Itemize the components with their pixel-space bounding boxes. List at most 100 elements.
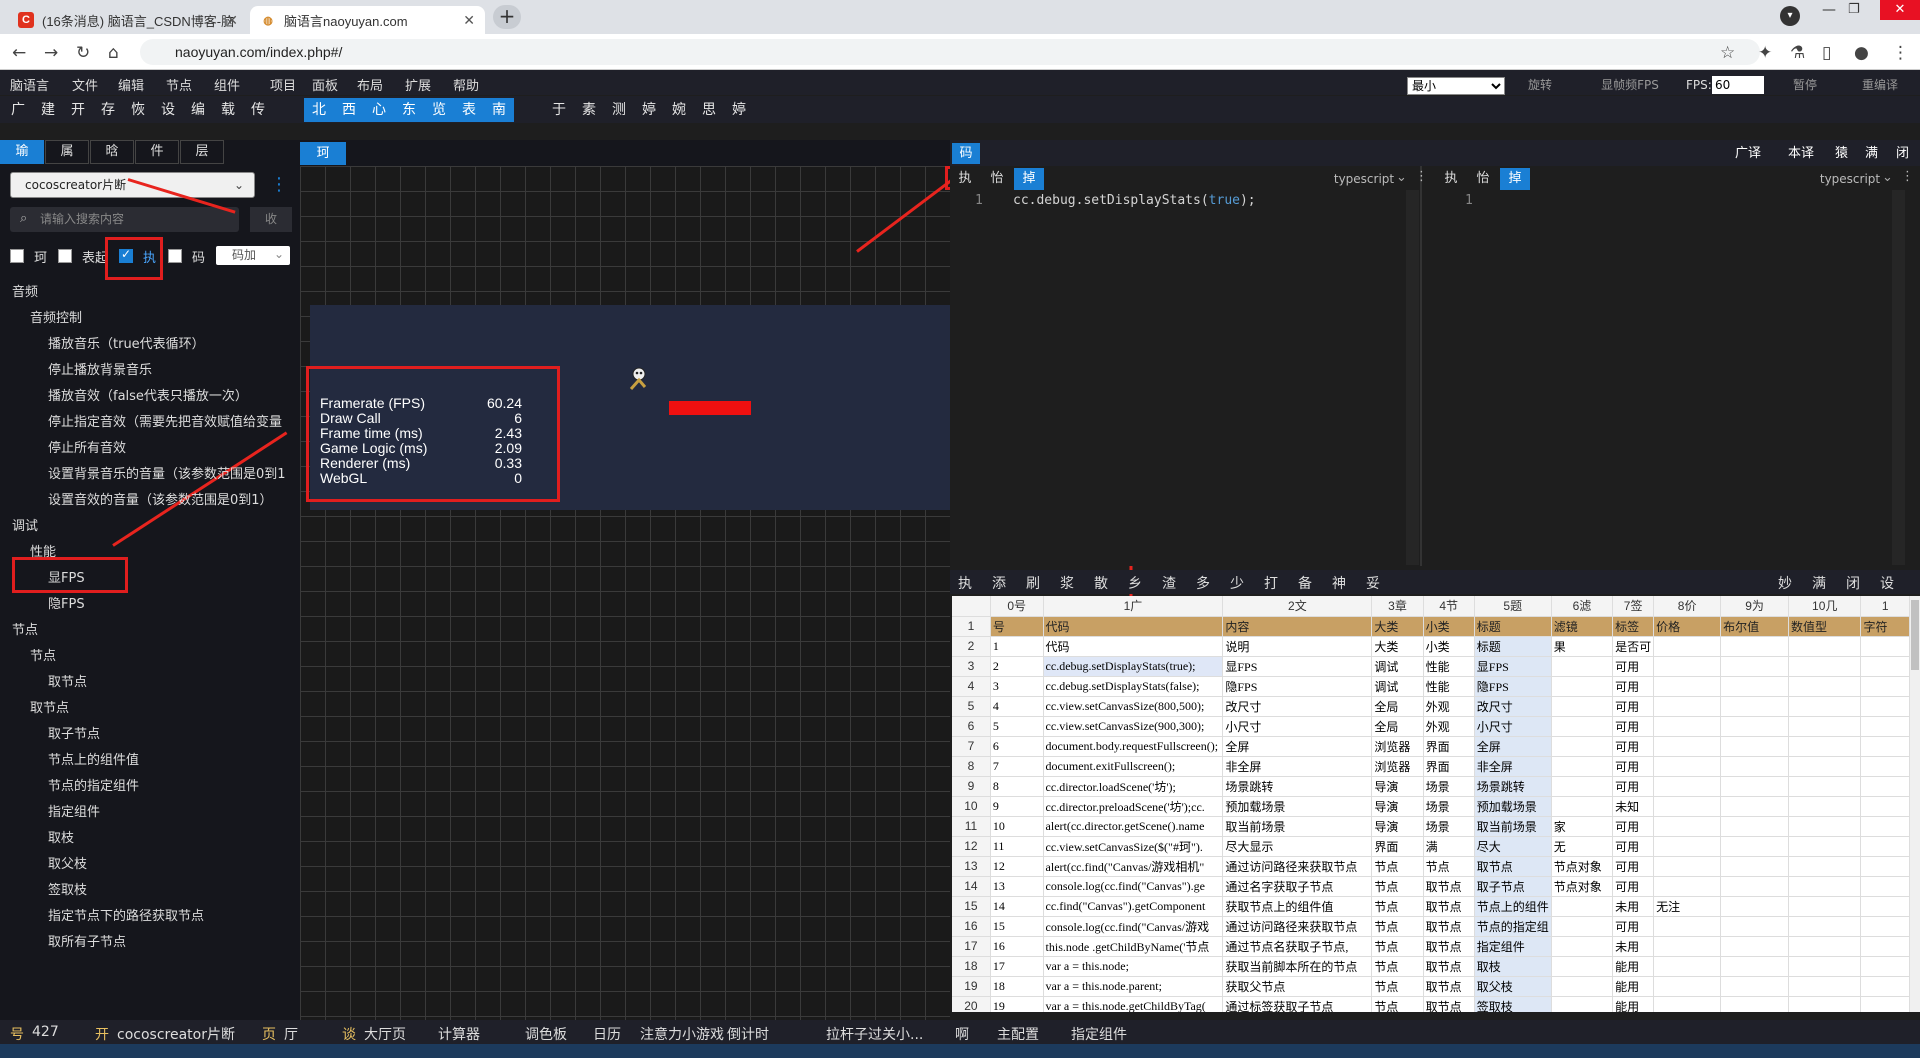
table-cell[interactable]: 5 (990, 716, 1044, 737)
editor-mode-tab[interactable]: 执 (1436, 168, 1466, 190)
table-cell[interactable]: 场景 (1423, 816, 1475, 837)
table-cell[interactable]: 获取节点上的组件值 (1222, 896, 1373, 917)
table-cell[interactable] (1653, 696, 1722, 717)
table-cell[interactable] (1551, 976, 1614, 997)
tree-item[interactable]: 取所有子节点 (48, 931, 126, 950)
table-cell[interactable] (1720, 656, 1789, 677)
more-menu-icon[interactable]: ⋮ (1892, 43, 1909, 63)
table-cell[interactable]: 可用 (1612, 756, 1655, 777)
tree-item[interactable]: 设置背景音乐的音量（该参数范围是0到1 (48, 463, 286, 482)
editor-mode-tab[interactable]: 执 (950, 168, 980, 190)
column-header[interactable]: 3章 (1371, 596, 1424, 617)
editor2-scrollbar[interactable] (1892, 190, 1905, 565)
table-cell[interactable] (1860, 936, 1910, 957)
editor-mode-tab[interactable]: 怡 (1468, 168, 1498, 190)
table-cell[interactable]: 说明 (1222, 636, 1373, 657)
extensions-icon[interactable]: ✦ (1758, 43, 1772, 63)
table-cell[interactable]: cc.view.setCanvasSize(900,300); (1043, 716, 1224, 737)
table-cell[interactable] (1551, 756, 1614, 777)
table-cell[interactable]: 可用 (1612, 816, 1655, 837)
table-cell[interactable]: cc.debug.setDisplayStats(true); (1043, 656, 1224, 677)
table-cell[interactable]: 全屏 (1222, 736, 1373, 757)
close-tab-icon[interactable]: ✕ (226, 12, 238, 29)
language-select[interactable]: typescript (1324, 168, 1404, 190)
table-cell[interactable]: 预加载场景 (1474, 796, 1552, 817)
toolbar-button[interactable]: 心 (364, 98, 394, 122)
status-value[interactable]: 427 (32, 1024, 59, 1040)
table-cell[interactable]: 节点 (1371, 976, 1424, 997)
table-cell[interactable]: 获取当前脚本所在的节点 (1222, 956, 1373, 977)
table-row[interactable]: 2 1 代码 说明 大类 小类 标题果是否可 (952, 636, 1910, 657)
table-cell[interactable]: 通过访问路径来获取节点 (1222, 856, 1373, 877)
table-cell[interactable] (1653, 776, 1722, 797)
tree-item[interactable]: 音频控制 (30, 307, 82, 326)
table-cell[interactable]: 可用 (1612, 736, 1655, 757)
table-cell[interactable]: 取子节点 (1474, 876, 1552, 897)
lab-icon[interactable]: ⚗ (1790, 43, 1805, 63)
column-header[interactable]: 8价 (1653, 596, 1722, 617)
table-cell[interactable] (1551, 896, 1614, 917)
url-field[interactable]: naoyuyan.com/index.php#/ (140, 39, 1760, 65)
table-cell[interactable]: 取当前场景 (1474, 816, 1552, 837)
status-value[interactable]: 啊 (955, 1024, 969, 1044)
editor-header-button[interactable]: 广译 (1735, 144, 1761, 164)
table-cell[interactable]: 满 (1423, 836, 1475, 857)
pause-button[interactable]: 暂停 (1780, 76, 1830, 94)
column-header[interactable]: 0号 (990, 596, 1044, 617)
sidebar-icon[interactable]: ▯ (1822, 43, 1831, 63)
table-cell[interactable]: 取节点 (1474, 856, 1552, 877)
bookmark-star-icon[interactable]: ☆ (1720, 43, 1735, 63)
editor-mode-tab[interactable]: 掉 (1500, 168, 1530, 190)
column-header[interactable]: 1 (1860, 596, 1910, 617)
table-cell[interactable] (1788, 776, 1862, 797)
table-cell[interactable] (1860, 796, 1910, 817)
grid-toolbar-button[interactable]: 散 (1094, 573, 1108, 593)
column-header[interactable]: 2文 (1222, 596, 1373, 617)
table-cell[interactable]: 导演 (1371, 796, 1424, 817)
table-cell[interactable] (1720, 736, 1789, 757)
table-cell[interactable]: 7 (990, 756, 1044, 777)
table-cell[interactable]: 可用 (1612, 836, 1655, 857)
grid-toolbar-button[interactable]: 满 (1812, 573, 1826, 593)
table-cell[interactable]: 非全屏 (1474, 756, 1552, 777)
table-cell[interactable]: cc.find("Canvas").getComponent (1043, 896, 1224, 917)
table-cell[interactable]: 导演 (1371, 816, 1424, 837)
tree-item[interactable]: 停止指定音效（需要先把音效赋值给变量 (48, 411, 282, 430)
table-cell[interactable] (1551, 716, 1614, 737)
table-cell[interactable] (1720, 916, 1789, 937)
table-cell[interactable] (1551, 956, 1614, 977)
table-cell[interactable]: 导演 (1371, 776, 1424, 797)
table-cell[interactable]: 性能 (1423, 656, 1475, 677)
status-value[interactable]: 计算器 (438, 1024, 480, 1044)
table-cell[interactable] (1551, 936, 1614, 957)
table-row[interactable]: 10 9 cc.director.preloadScene('坊');cc. 预加载场… (952, 796, 1910, 817)
table-cell[interactable]: 小类 (1423, 616, 1475, 637)
table-cell[interactable]: 调试 (1371, 676, 1424, 697)
table-cell[interactable]: 可用 (1612, 656, 1655, 677)
toolbar-button[interactable]: 婷 (636, 98, 662, 122)
table-cell[interactable]: 可用 (1612, 916, 1655, 937)
table-cell[interactable] (1860, 896, 1910, 917)
toolbar-button[interactable]: 建 (35, 98, 61, 122)
status-value[interactable]: 主配置 (997, 1024, 1039, 1044)
table-row[interactable]: 13 12 alert(cc.find("Canvas/游戏相机" 通过访问路径来获取… (952, 856, 1910, 877)
table-cell[interactable]: 全局 (1371, 716, 1424, 737)
table-row[interactable]: 12 11 cc.view.setCanvasSize($("#珂"). 尽大显示 界面… (952, 836, 1910, 857)
code-add-select[interactable]: 码加 ⌄ (216, 246, 290, 265)
table-cell[interactable]: 标签 (1612, 616, 1655, 637)
table-cell[interactable]: 18 (990, 976, 1044, 997)
table-cell[interactable] (1551, 776, 1614, 797)
column-header[interactable]: 9为 (1720, 596, 1789, 617)
forward-icon[interactable]: → (44, 43, 58, 63)
table-cell[interactable]: 可用 (1612, 716, 1655, 737)
toolbar-button[interactable]: 婷 (726, 98, 752, 122)
table-cell[interactable]: 改尺寸 (1474, 696, 1552, 717)
table-cell[interactable]: 预加载场景 (1222, 796, 1373, 817)
table-cell[interactable] (1720, 836, 1789, 857)
table-cell[interactable] (1860, 996, 1910, 1012)
editor-header-button[interactable]: 满 (1865, 144, 1878, 164)
chevron-down-icon[interactable]: ⌄ (1396, 170, 1407, 185)
status-value[interactable]: 日历 (593, 1024, 621, 1044)
tree-item[interactable]: 播放音乐（true代表循环） (48, 333, 205, 352)
table-cell[interactable]: 代码 (1043, 636, 1224, 657)
